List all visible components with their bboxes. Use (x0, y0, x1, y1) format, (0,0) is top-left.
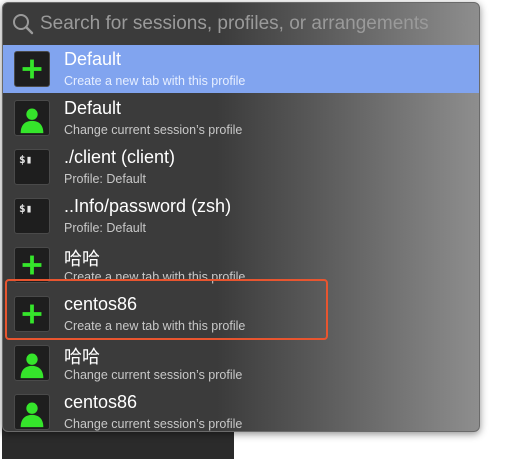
person-icon (14, 100, 50, 136)
item-title: 哈哈 (64, 347, 100, 367)
item-title: ..Info/password (zsh) (64, 196, 232, 216)
item-title: ./client (client) (64, 147, 176, 167)
clear-search-icon[interactable]: × (457, 17, 471, 31)
list-item[interactable]: 哈哈 Change current session’s profile (3, 339, 479, 387)
list-item[interactable]: $▮ ..Info/password (zsh) Profile: Defaul… (3, 192, 479, 240)
item-title: centos86 (64, 392, 138, 412)
list-item[interactable]: centos86 Change current session’s profil… (3, 388, 479, 431)
item-title: centos86 (64, 294, 138, 314)
list-item[interactable]: Default Create a new tab with this profi… (3, 45, 479, 93)
plus-icon (14, 247, 50, 283)
item-subtitle: Change current session’s profile (64, 123, 243, 137)
list-item[interactable]: Default Change current session’s profile (3, 94, 479, 142)
terminal-icon: $▮ (14, 149, 50, 185)
item-subtitle: Create a new tab with this profile (64, 74, 246, 88)
search-bar: × (3, 3, 479, 45)
list-item[interactable]: 哈哈 Create a new tab with this profile (3, 241, 479, 289)
item-title: Default (64, 98, 122, 118)
plus-icon (14, 296, 50, 332)
terminal-prompt-glyph: $▮ (19, 153, 33, 166)
person-icon (14, 394, 50, 430)
item-subtitle: Change current session’s profile (64, 368, 243, 382)
terminal-prompt-glyph: $▮ (19, 202, 33, 215)
terminal-icon: $▮ (14, 198, 50, 234)
search-input[interactable] (40, 9, 440, 39)
item-title: 哈哈 (64, 249, 100, 269)
item-subtitle: Create a new tab with this profile (64, 270, 246, 284)
plus-icon (14, 51, 50, 87)
person-icon (14, 345, 50, 381)
item-subtitle: Create a new tab with this profile (64, 319, 246, 333)
item-subtitle: Profile: Default (64, 172, 146, 186)
open-quickly-panel: × Default Create a new tab with this pro… (2, 2, 480, 432)
item-subtitle: Profile: Default (64, 221, 146, 235)
list-item[interactable]: $▮ ./client (client) Profile: Default (3, 143, 479, 191)
item-title: Default (64, 49, 122, 69)
list-item[interactable]: centos86 Create a new tab with this prof… (3, 290, 479, 338)
search-icon (13, 14, 34, 35)
item-subtitle: Change current session’s profile (64, 417, 243, 431)
